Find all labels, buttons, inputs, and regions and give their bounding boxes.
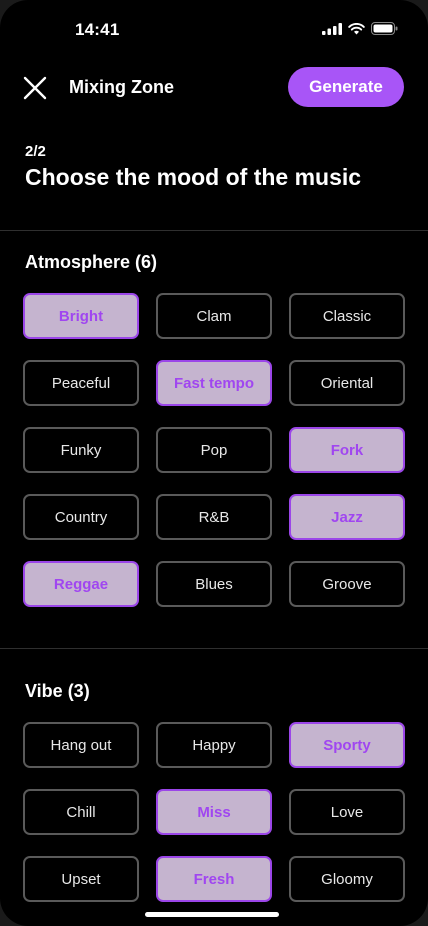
mood-chip[interactable]: Fresh <box>156 856 272 902</box>
mood-chip[interactable]: Upset <box>23 856 139 902</box>
generate-button[interactable]: Generate <box>288 67 404 107</box>
mood-chip[interactable]: Gloomy <box>289 856 405 902</box>
section-title-atmosphere: Atmosphere (6) <box>25 252 158 272</box>
mood-chip[interactable]: Pop <box>156 427 272 473</box>
mood-chip[interactable]: Jazz <box>289 494 405 540</box>
mood-chip[interactable]: Love <box>289 789 405 835</box>
mood-chip[interactable]: Clam <box>156 293 272 339</box>
mood-chip[interactable]: Country <box>23 494 139 540</box>
top-bar: Mixing Zone Generate <box>0 60 428 116</box>
divider-top <box>0 230 428 231</box>
home-indicator[interactable] <box>145 912 279 917</box>
mood-chip[interactable]: Chill <box>23 789 139 835</box>
battery-icon <box>371 22 398 35</box>
mood-chip[interactable]: Funky <box>23 427 139 473</box>
mood-chip[interactable]: R&B <box>156 494 272 540</box>
mood-chip[interactable]: Peaceful <box>23 360 139 406</box>
status-bar: 14:41 <box>0 0 428 56</box>
divider-middle <box>0 648 428 649</box>
signal-icon <box>322 22 342 35</box>
mood-selection-screen: 14:41 Mixing Zone Generate 2/2 Choose th… <box>0 0 428 926</box>
mood-chip[interactable]: Fork <box>289 427 405 473</box>
page-heading: Choose the mood of the music <box>25 164 362 190</box>
vibe-chip-grid: Hang out Happy Sporty Chill Miss Love Upset Fre… <box>23 722 405 902</box>
mood-chip[interactable]: Oriental <box>289 360 405 406</box>
mood-chip[interactable]: Fast tempo <box>156 360 272 406</box>
step-indicator: 2/2 <box>25 143 46 160</box>
mood-chip[interactable]: Sporty <box>289 722 405 768</box>
mood-chip[interactable]: Classic <box>289 293 405 339</box>
mood-chip[interactable]: Groove <box>289 561 405 607</box>
status-time: 14:41 <box>75 20 120 39</box>
mood-chip[interactable]: Reggae <box>23 561 139 607</box>
status-icons <box>322 22 398 35</box>
mood-chip[interactable]: Hang out <box>23 722 139 768</box>
mood-chip[interactable]: Blues <box>156 561 272 607</box>
wifi-icon <box>348 22 365 34</box>
close-icon[interactable] <box>20 73 50 103</box>
atmosphere-chip-grid: Bright Clam Classic Peaceful Fast tempo Orien… <box>23 293 405 607</box>
mood-chip[interactable]: Miss <box>156 789 272 835</box>
mood-chip[interactable]: Happy <box>156 722 272 768</box>
screen-title: Mixing Zone <box>69 77 174 97</box>
mood-chip[interactable]: Bright <box>23 293 139 339</box>
section-title-vibe: Vibe (3) <box>25 681 90 701</box>
